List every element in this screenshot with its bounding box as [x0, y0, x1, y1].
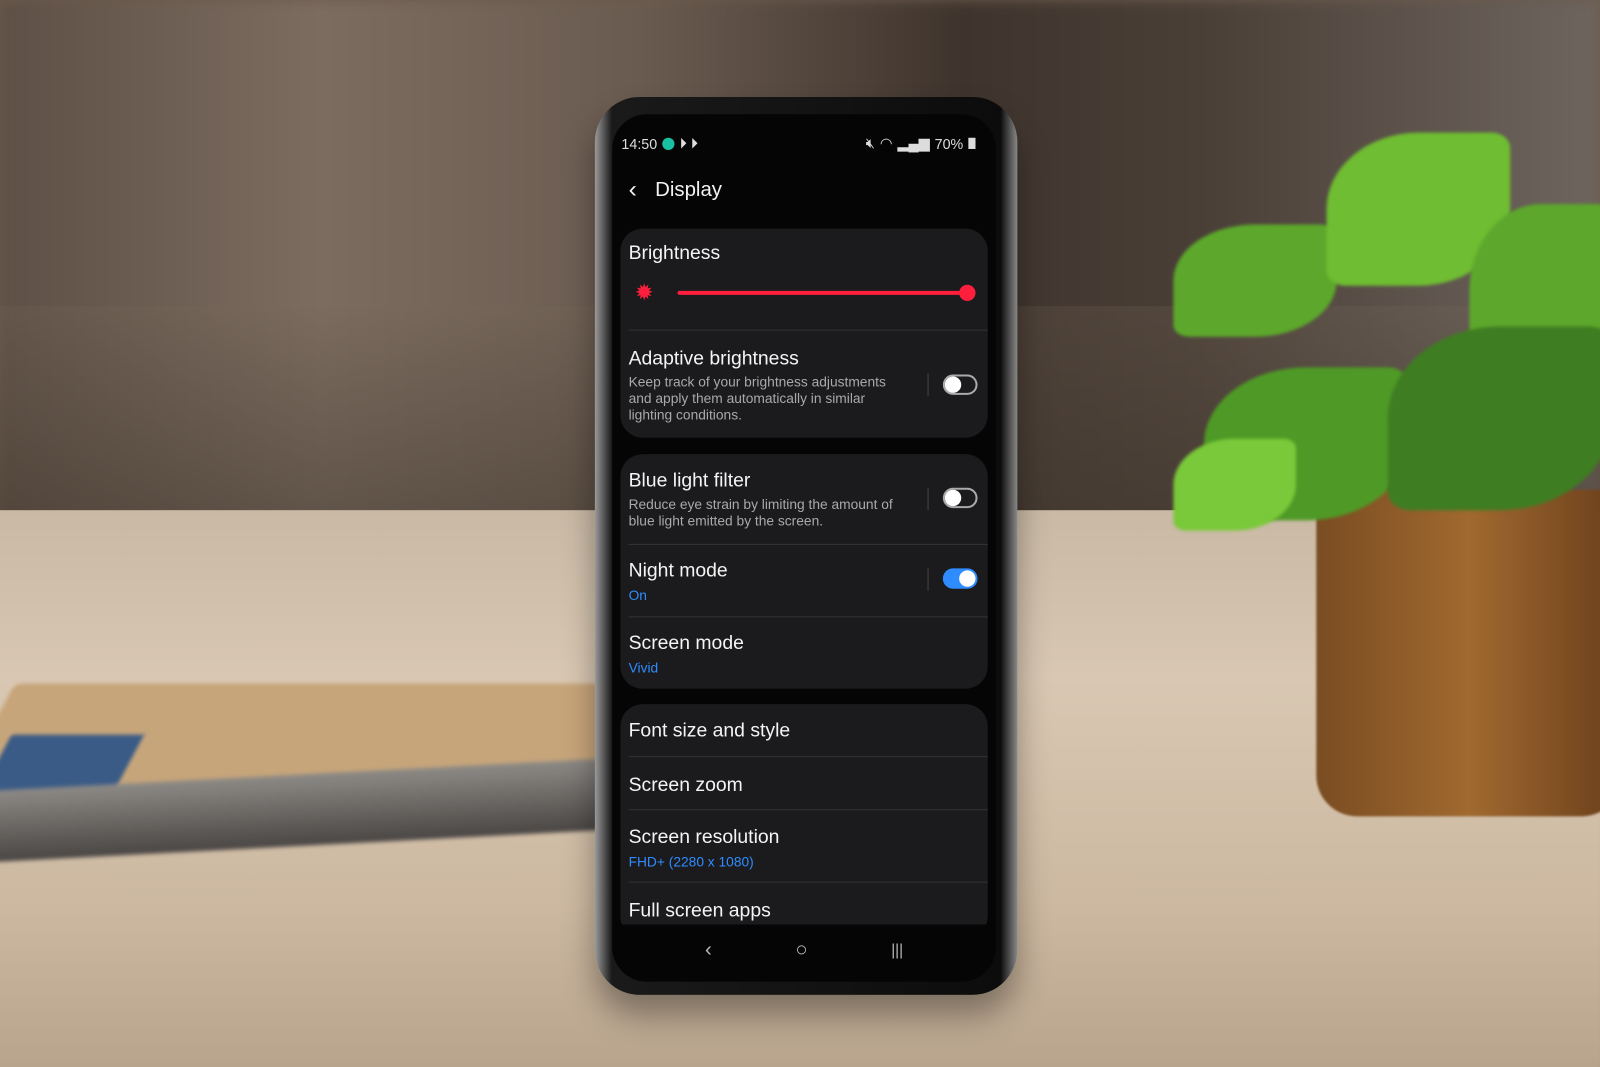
- play-store-icon: ⏵ ⏵: [679, 134, 698, 152]
- filter-card: Blue light filter Reduce eye strain by l…: [620, 454, 988, 689]
- brightness-slider-handle[interactable]: [959, 284, 976, 302]
- brightness-card: Brightness ✹ Adaptive brightness Keep tr…: [620, 228, 988, 438]
- setting-full-screen-apps[interactable]: Full screen apps: [629, 900, 988, 922]
- setting-title: Screen mode: [628, 632, 744, 655]
- setting-title: Screen resolution: [628, 826, 780, 848]
- more-settings-card: Font size and style Screen zoom Screen r…: [620, 704, 988, 939]
- setting-night-mode[interactable]: Night mode On: [629, 560, 988, 603]
- navigation-bar: ‹ ○ |||: [612, 924, 996, 982]
- sun-icon: ✹: [634, 279, 654, 306]
- page-header: ‹ Display: [629, 176, 722, 205]
- notification-dot-icon: [662, 137, 675, 150]
- setting-title: Screen zoom: [628, 774, 743, 796]
- setting-title: Night mode: [628, 560, 728, 582]
- nav-back-button[interactable]: ‹: [705, 938, 712, 961]
- status-time: 14:50: [621, 135, 658, 152]
- setting-screen-resolution[interactable]: Screen resolution FHD+ (2280 x 1080): [629, 827, 988, 870]
- setting-adaptive-brightness[interactable]: Adaptive brightness Keep track of your b…: [629, 348, 988, 424]
- brightness-slider[interactable]: [677, 284, 976, 302]
- setting-font-size-and-style[interactable]: Font size and style: [629, 720, 988, 742]
- plant-pot: [1316, 489, 1600, 817]
- page-title: Display: [655, 178, 723, 201]
- plant-leaves: [1173, 438, 1296, 531]
- battery-text: 70%: [934, 135, 964, 152]
- setting-title: Full screen apps: [628, 899, 771, 922]
- phone-screen: 14:50 ⏵ ⏵ 🔇︎ ◠ ▂▄▆ 70% ‹ Display Brightn…: [612, 114, 996, 982]
- setting-subtitle: Reduce eye strain by limiting the amount…: [628, 496, 893, 529]
- back-chevron-icon[interactable]: ‹: [629, 176, 637, 205]
- setting-title: Adaptive brightness: [628, 347, 799, 370]
- setting-value: FHD+ (2280 x 1080): [628, 854, 754, 870]
- night-mode-toggle[interactable]: [942, 568, 978, 589]
- battery-icon: [968, 137, 976, 149]
- wifi-icon: ◠: [879, 134, 893, 152]
- setting-value: Vivid: [628, 660, 659, 676]
- brightness-label: Brightness: [628, 242, 721, 265]
- nav-home-button[interactable]: ○: [795, 938, 807, 961]
- plant-leaves: [1387, 326, 1600, 511]
- setting-screen-mode[interactable]: Screen mode Vivid: [629, 633, 988, 676]
- setting-subtitle: Keep track of your brightness adjustment…: [628, 374, 886, 423]
- nav-recents-button[interactable]: |||: [891, 941, 903, 958]
- setting-value: On: [628, 587, 647, 604]
- setting-title: Font size and style: [628, 720, 791, 742]
- signal-icon: ▂▄▆: [897, 134, 930, 152]
- blue-light-filter-toggle[interactable]: [942, 487, 978, 509]
- status-bar: 14:50 ⏵ ⏵ 🔇︎ ◠ ▂▄▆ 70%: [621, 134, 976, 152]
- setting-blue-light-filter[interactable]: Blue light filter Reduce eye strain by l…: [629, 470, 988, 529]
- adaptive-brightness-toggle[interactable]: [942, 374, 978, 395]
- setting-screen-zoom[interactable]: Screen zoom: [629, 774, 988, 796]
- plant-leaves: [1173, 224, 1337, 337]
- setting-title: Blue light filter: [628, 470, 751, 492]
- mute-icon: 🔇︎: [865, 134, 875, 152]
